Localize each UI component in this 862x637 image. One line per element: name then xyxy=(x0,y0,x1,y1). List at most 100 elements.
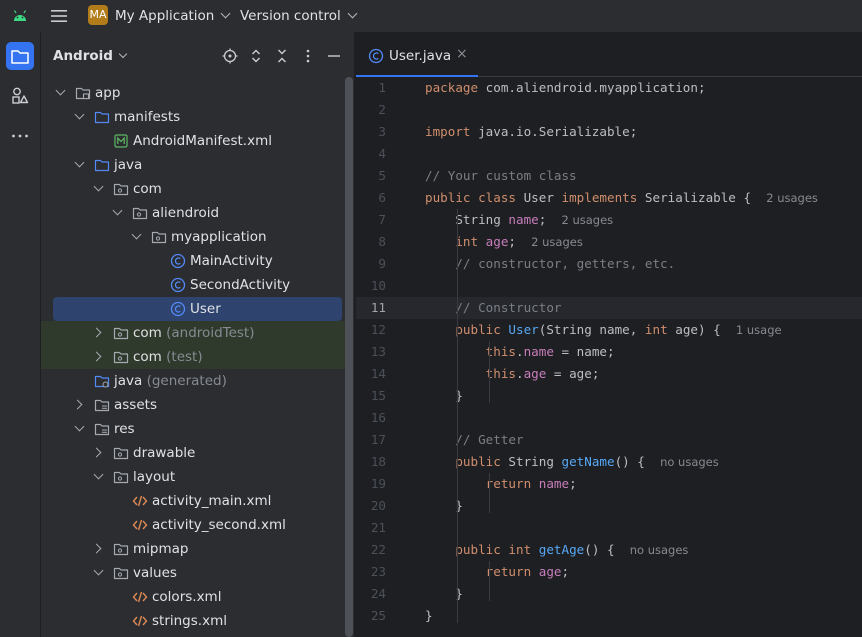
tree-item[interactable]: java xyxy=(41,153,344,177)
chevron-down-icon[interactable] xyxy=(112,205,123,216)
structure-tool-button[interactable] xyxy=(6,82,34,110)
code-line[interactable]: 16 xyxy=(356,407,862,429)
code-line[interactable]: 24 } xyxy=(356,583,862,605)
shapes-icon xyxy=(12,87,29,104)
chevron-right-icon[interactable] xyxy=(91,543,102,554)
code-line[interactable]: 18 public String getName() { no usages xyxy=(356,451,862,473)
line-number: 6 xyxy=(378,190,386,205)
code-token: getName xyxy=(561,454,615,469)
chevron-right-icon[interactable] xyxy=(91,351,102,362)
java-class-icon xyxy=(170,301,186,317)
code-line[interactable]: 1 package com.aliendroid.myapplication; xyxy=(356,77,862,99)
more-tools-button[interactable] xyxy=(6,122,34,150)
project-badge[interactable]: MA xyxy=(88,5,108,25)
close-icon[interactable]: × xyxy=(456,46,468,62)
package-icon xyxy=(113,471,129,484)
tree-item-name: assets xyxy=(114,397,157,413)
tree-item[interactable]: MainActivity xyxy=(41,249,344,273)
code-line[interactable]: 20 } xyxy=(356,495,862,517)
usage-hint[interactable]: 2 usages xyxy=(766,191,818,205)
kebab-icon[interactable] xyxy=(300,48,316,64)
tab-user-java[interactable]: User.java × xyxy=(356,32,478,77)
expand-icon[interactable] xyxy=(248,48,264,64)
code-line[interactable]: 25} xyxy=(356,605,862,627)
tree-item[interactable]: app xyxy=(41,81,344,105)
code-line[interactable]: 11 // Constructor xyxy=(356,297,862,319)
chevron-down-icon[interactable] xyxy=(93,469,104,480)
usage-hint[interactable]: 1 usage xyxy=(736,323,782,337)
version-control-menu[interactable]: Version control xyxy=(240,8,358,24)
code-line[interactable]: 19 return name; xyxy=(356,473,862,495)
chevron-right-icon[interactable] xyxy=(91,327,102,338)
code-line[interactable]: 17 // Getter xyxy=(356,429,862,451)
code-token: // Your custom class xyxy=(425,168,577,183)
tree-item[interactable]: values xyxy=(41,561,344,585)
usage-hint[interactable]: 2 usages xyxy=(531,235,583,249)
tree-item[interactable]: activity_second.xml xyxy=(41,513,344,537)
code-line[interactable]: 15 } xyxy=(356,385,862,407)
code-line[interactable]: 6 public class User implements Serializab… xyxy=(356,187,862,209)
code-line[interactable]: 4 xyxy=(356,143,862,165)
tree-item[interactable]: colors.xml xyxy=(41,585,344,609)
tree-item[interactable]: AndroidManifest.xml xyxy=(41,129,344,153)
usage-hint[interactable]: no usages xyxy=(660,455,719,469)
tree-item[interactable]: assets xyxy=(41,393,344,417)
chevron-down-icon[interactable] xyxy=(93,565,104,576)
code-line[interactable]: 21 xyxy=(356,517,862,539)
chevron-down-icon[interactable] xyxy=(131,229,142,240)
tree-item[interactable]: java (generated) xyxy=(41,369,344,393)
chevron-down-icon[interactable] xyxy=(74,421,85,432)
tree-item[interactable]: aliendroid xyxy=(41,201,344,225)
usage-hint[interactable]: 2 usages xyxy=(562,213,614,227)
chevron-down-icon[interactable] xyxy=(74,157,85,168)
tree-item[interactable]: manifests xyxy=(41,105,344,129)
project-tool-button[interactable] xyxy=(6,42,34,70)
code-line[interactable]: 3 import java.io.Serializable; xyxy=(356,121,862,143)
tree-item[interactable]: activity_main.xml xyxy=(41,489,344,513)
manifest-file-icon xyxy=(114,134,128,148)
code-line[interactable]: 22 public int getAge() { no usages xyxy=(356,539,862,561)
line-number: 20 xyxy=(370,498,386,513)
crosshair-icon[interactable] xyxy=(222,48,238,64)
chevron-right-icon[interactable] xyxy=(72,399,83,410)
tree-item[interactable]: com xyxy=(41,177,344,201)
line-number: 10 xyxy=(370,278,386,293)
code-line[interactable]: 5 // Your custom class xyxy=(356,165,862,187)
project-selector[interactable]: My Application xyxy=(115,8,231,24)
code-line[interactable]: 2 xyxy=(356,99,862,121)
code-line[interactable]: 9 // constructor, getters, etc. xyxy=(356,253,862,275)
hamburger-menu-icon[interactable] xyxy=(50,7,68,25)
minimize-icon[interactable] xyxy=(326,48,342,64)
tree-item[interactable]: strings.xml xyxy=(41,609,344,633)
chevron-down-icon[interactable] xyxy=(74,109,85,120)
code-line[interactable]: 7 String name; 2 usages xyxy=(356,209,862,231)
tree-item-hint: (androidTest) xyxy=(161,325,255,341)
code-line[interactable]: 12 public User(String name, int age) { 1… xyxy=(356,319,862,341)
chevron-down-icon[interactable] xyxy=(55,85,66,96)
tree-item[interactable]: User xyxy=(53,297,342,321)
tree-item[interactable]: com (androidTest) xyxy=(41,321,346,345)
xml-file-icon xyxy=(132,495,148,507)
chevron-right-icon[interactable] xyxy=(91,447,102,458)
code-line[interactable]: 23 return age; xyxy=(356,561,862,583)
tree-item[interactable]: drawable xyxy=(41,441,344,465)
collapse-icon[interactable] xyxy=(274,48,290,64)
android-icon[interactable] xyxy=(12,10,28,22)
code-line[interactable]: 10 xyxy=(356,275,862,297)
tree-item[interactable]: com (test) xyxy=(41,345,346,369)
code-line[interactable]: 14 this.age = age; xyxy=(356,363,862,385)
source-folder-icon xyxy=(94,111,110,124)
chevron-down-icon[interactable] xyxy=(93,181,104,192)
project-scrollbar[interactable] xyxy=(345,77,353,637)
project-view-selector[interactable]: Android xyxy=(53,48,128,64)
usage-hint[interactable]: no usages xyxy=(630,543,689,557)
tree-item[interactable]: SecondActivity xyxy=(41,273,344,297)
tree-item[interactable]: myapplication xyxy=(41,225,344,249)
code-line[interactable]: 13 this.name = name; xyxy=(356,341,862,363)
line-number: 24 xyxy=(370,586,386,601)
code-line[interactable]: 8 int age; 2 usages xyxy=(356,231,862,253)
tree-item[interactable]: res xyxy=(41,417,344,441)
tree-item-label: mipmap xyxy=(133,537,188,561)
tree-item[interactable]: layout xyxy=(41,465,344,489)
tree-item[interactable]: mipmap xyxy=(41,537,344,561)
